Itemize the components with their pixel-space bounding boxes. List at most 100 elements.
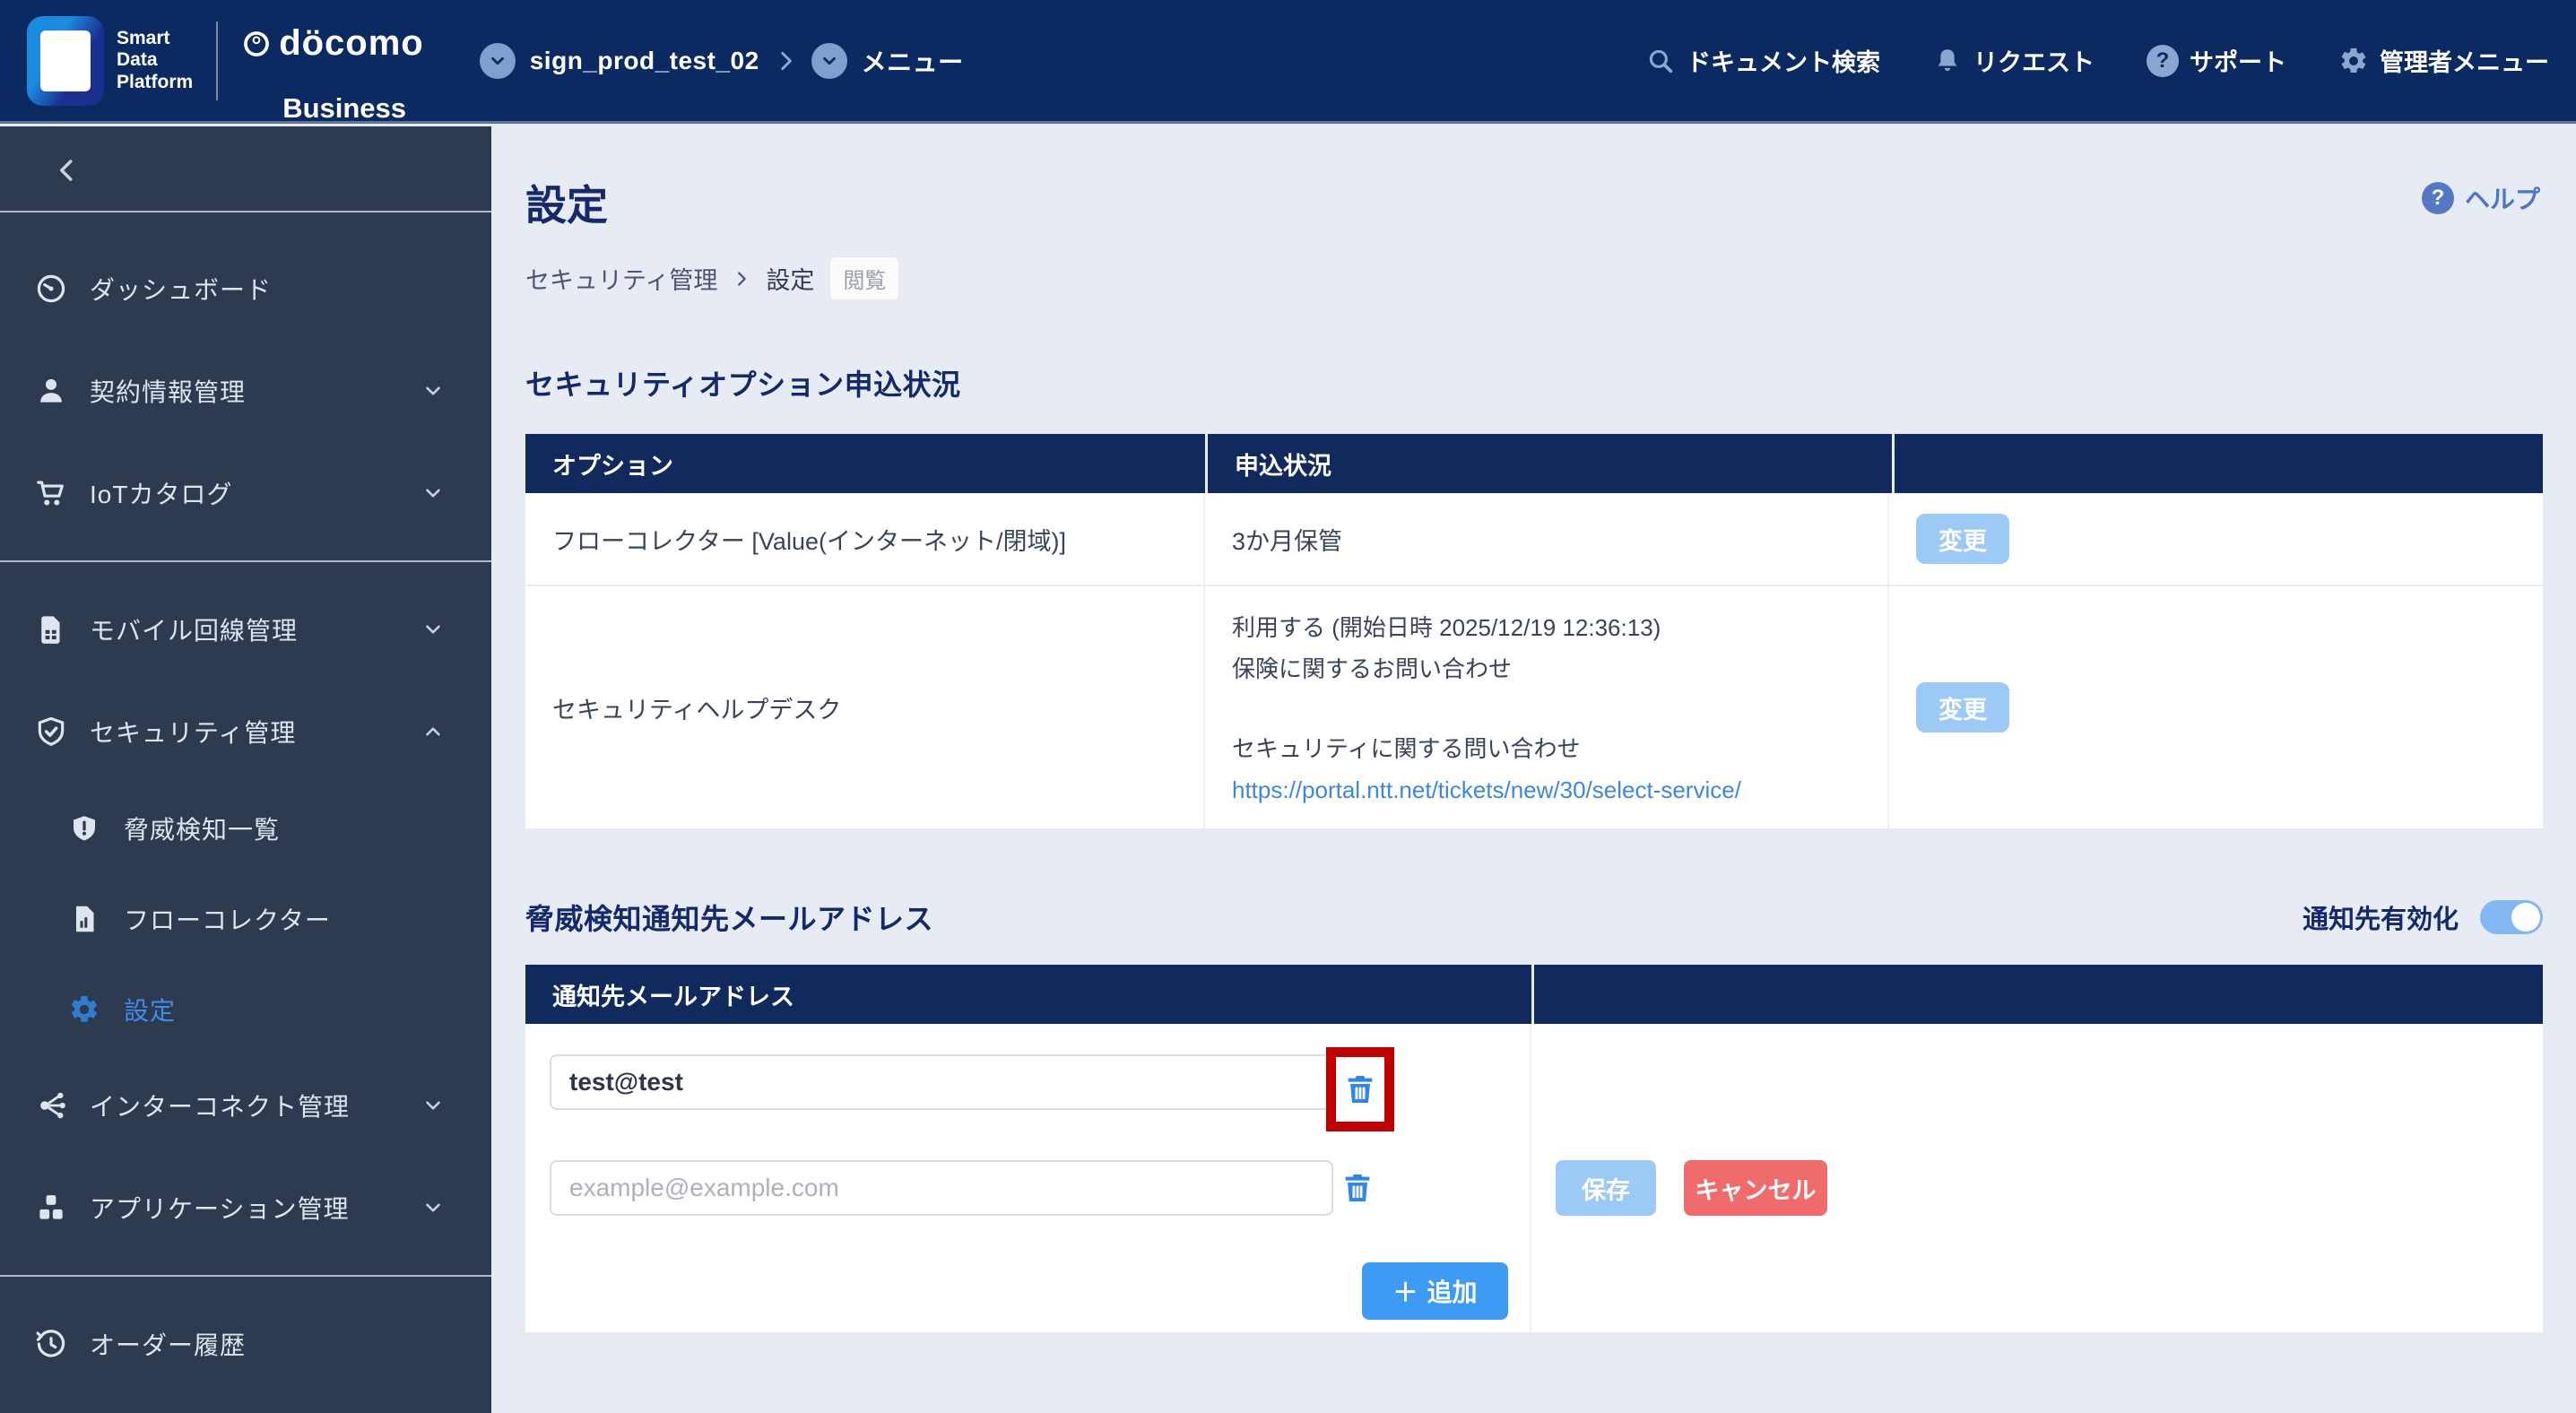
toggle-knob <box>2511 903 2540 932</box>
logo-divider <box>216 21 219 100</box>
chevron-down-icon <box>421 379 445 403</box>
option-cell: フローコレクター [Value(インターネット/閉域)] <box>525 493 1205 585</box>
document-search-nav[interactable]: ドキュメント検索 <box>1645 43 1880 78</box>
top-bar: Smart Data Platform döcomo Business sign… <box>0 0 2576 124</box>
security-options-heading: セキュリティオプション申込状況 <box>525 368 961 401</box>
sidebar-item-mobile-line-management[interactable]: モバイル回線管理 <box>0 578 491 680</box>
email-input-2[interactable] <box>550 1160 1333 1216</box>
status-line: セキュリティに関する問い合わせ <box>1232 735 1581 762</box>
email-input-1[interactable] <box>550 1054 1333 1110</box>
sidebar-item-label: フローコレクター <box>124 906 331 934</box>
sidebar-subitem-flow-collector[interactable]: フローコレクター <box>0 873 491 964</box>
sidebar-item-contract-management[interactable]: 契約情報管理 <box>0 340 491 442</box>
history-icon <box>34 1327 68 1361</box>
sidebar-item-iot-catalog[interactable]: IoTカタログ <box>0 442 491 544</box>
option-cell: セキュリティヘルプデスク <box>525 586 1205 828</box>
sidebar-item-label: 脅威検知一覧 <box>124 815 281 844</box>
notification-enable-toggle[interactable] <box>2480 900 2543 934</box>
status-line: 保険に関するお問い合わせ <box>1232 654 1513 682</box>
sidebar-item-label: セキュリティ管理 <box>90 719 297 747</box>
notification-email-heading: 脅威検知通知先メールアドレス <box>525 903 934 935</box>
sidebar-divider <box>0 560 491 562</box>
delete-email-button-2[interactable] <box>1340 1170 1375 1206</box>
sidebar: ダッシュボード 契約情報管理 IoTカタログ モバイル回線管理 セキュリティ管理… <box>0 126 491 1413</box>
save-button[interactable]: 保存 <box>1556 1160 1656 1216</box>
sidebar-item-application-management[interactable]: アプリケーション管理 <box>0 1157 491 1259</box>
support-nav[interactable]: ? サポート <box>2147 43 2286 78</box>
table-header-row: 通知先メールアドレス <box>525 965 2543 1024</box>
file-chart-icon <box>68 903 100 935</box>
docomo-business-logo: döcomo Business <box>241 0 424 125</box>
chevron-up-icon <box>421 720 445 743</box>
sidebar-item-label: ダッシュボード <box>90 276 273 304</box>
docomo-wordmark: döcomo <box>279 23 424 63</box>
sidebar-collapse-button[interactable] <box>0 126 491 211</box>
breadcrumb-chevron-icon <box>732 269 751 289</box>
add-email-button[interactable]: ＋ 追加 <box>1362 1262 1508 1320</box>
sidebar-subitem-settings[interactable]: 設定 <box>0 964 491 1054</box>
table-body-row: ＋ 追加 保存 キャンセル <box>525 1024 2543 1332</box>
business-wordmark: Business <box>282 91 407 124</box>
dashboard-icon <box>34 272 68 306</box>
notification-email-table: 通知先メールアドレス ＋ 追加 <box>525 965 2543 1332</box>
highlight-annotation-box <box>1326 1047 1394 1131</box>
sidebar-item-dashboard[interactable]: ダッシュボード <box>0 238 491 340</box>
column-header-actions <box>1895 434 2543 493</box>
sidebar-item-label: 設定 <box>124 996 177 1025</box>
request-nav[interactable]: リクエスト <box>1932 43 2095 78</box>
status-line: 利用する (開始日時 2025/12/19 12:36:13) <box>1232 614 1661 641</box>
email-list-cell: ＋ 追加 <box>525 1024 1531 1332</box>
chevron-down-icon <box>421 1094 445 1117</box>
security-options-table: オプション 申込状況 フローコレクター [Value(インターネット/閉域)] … <box>525 434 2543 830</box>
admin-menu-label: 管理者メニュー <box>2380 49 2549 76</box>
workspace-dropdown-icon[interactable] <box>479 42 516 79</box>
cubes-icon <box>34 1191 68 1225</box>
person-icon <box>34 374 68 408</box>
workspace-name[interactable]: sign_prod_test_02 <box>530 47 759 75</box>
change-button[interactable]: 変更 <box>1916 514 2009 564</box>
help-question-icon: ? <box>2421 182 2454 214</box>
status-spacer <box>1232 689 1887 729</box>
sidebar-item-order-history[interactable]: オーダー履歴 <box>0 1293 491 1395</box>
network-hub-icon <box>34 1088 68 1123</box>
table-row: フローコレクター [Value(インターネット/閉域)] 3か月保管 変更 <box>525 493 2543 586</box>
email-actions-cell: 保存 キャンセル <box>1531 1024 2543 1332</box>
column-header-email: 通知先メールアドレス <box>525 965 1531 1024</box>
table-row: セキュリティヘルプデスク 利用する (開始日時 2025/12/19 12:36… <box>525 586 2543 830</box>
sidebar-item-security-management[interactable]: セキュリティ管理 <box>0 680 491 783</box>
request-label: リクエスト <box>1973 49 2095 76</box>
chevron-down-icon <box>421 618 445 641</box>
breadcrumb-parent[interactable]: セキュリティ管理 <box>525 261 717 296</box>
main-content: 設定 ? ヘルプ セキュリティ管理 設定 閲覧 セキュリティオプション申込状況 … <box>491 126 2576 1413</box>
sdpf-logo-icon <box>27 15 104 106</box>
column-header-option: オプション <box>525 434 1205 493</box>
logo-line1: Smart <box>117 28 170 49</box>
bell-icon <box>1932 46 1963 76</box>
help-link[interactable]: ? ヘルプ <box>2421 180 2540 216</box>
menu-dropdown-icon[interactable] <box>811 42 847 79</box>
security-contact-link[interactable]: https://portal.ntt.net/tickets/new/30/se… <box>1232 776 1741 803</box>
sdpf-logo-text: Smart Data Platform <box>117 28 193 92</box>
sidebar-item-interconnect-management[interactable]: インターコネクト管理 <box>0 1054 491 1157</box>
gear-icon <box>2338 46 2369 76</box>
sidebar-divider <box>0 1275 491 1277</box>
sidebar-item-label: モバイル回線管理 <box>90 617 299 645</box>
sidebar-subitem-threat-detection-list[interactable]: 脅威検知一覧 <box>0 783 491 873</box>
help-label: ヘルプ <box>2464 186 2540 213</box>
admin-menu-nav[interactable]: 管理者メニュー <box>2338 43 2549 78</box>
docomo-mark-icon <box>241 29 272 59</box>
sidebar-nav: ダッシュボード 契約情報管理 IoTカタログ モバイル回線管理 セキュリティ管理… <box>0 212 491 1395</box>
delete-email-button-1[interactable] <box>1342 1071 1378 1107</box>
support-label: サポート <box>2190 49 2286 76</box>
cancel-button[interactable]: キャンセル <box>1684 1160 1827 1216</box>
sidebar-divider <box>0 211 491 212</box>
sidebar-item-label: オーダー履歴 <box>90 1331 247 1359</box>
sidebar-item-label: インターコネクト管理 <box>90 1093 351 1121</box>
change-button[interactable]: 変更 <box>1916 682 2009 733</box>
breadcrumb: セキュリティ管理 設定 閲覧 <box>525 256 2542 301</box>
logo-line3: Platform <box>117 71 194 92</box>
notification-enable-label: 通知先有効化 <box>2302 906 2459 934</box>
logo-line2: Data <box>117 49 158 71</box>
menu-label[interactable]: メニュー <box>862 43 964 79</box>
sidebar-item-label: アプリケーション管理 <box>90 1195 350 1223</box>
